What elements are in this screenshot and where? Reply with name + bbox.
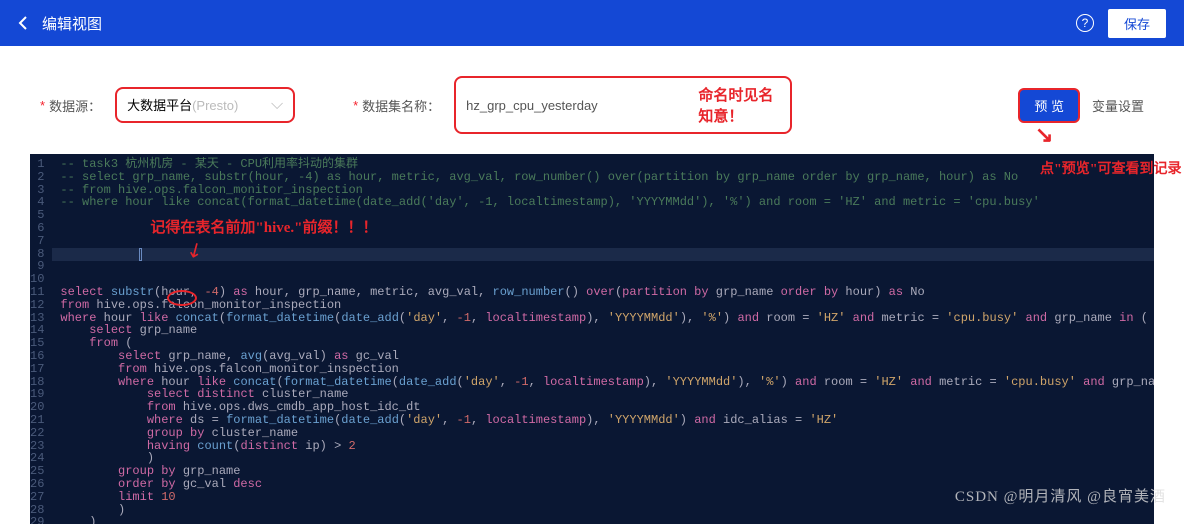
dataset-input[interactable] bbox=[466, 98, 680, 113]
code-area[interactable]: -- task3 杭州机房 - 某天 - CPU利用率抖动的集群 -- sele… bbox=[52, 154, 1154, 524]
variable-settings-link[interactable]: 变量设置 bbox=[1092, 96, 1144, 115]
active-line-highlight bbox=[52, 248, 1154, 261]
hive-highlight-circle bbox=[167, 290, 197, 306]
text-cursor bbox=[139, 248, 142, 261]
chevron-down-icon: ⌵ bbox=[271, 96, 283, 114]
datasource-select[interactable]: 大数据平台(Presto) ⌵ bbox=[115, 87, 295, 123]
dataset-label: *数据集名称： bbox=[353, 96, 440, 115]
form-row: *数据源： 大数据平台(Presto) ⌵ *数据集名称： 命名时见名知意！ 预… bbox=[0, 46, 1184, 154]
header-left: 编辑视图 bbox=[18, 13, 102, 34]
header-bar: 编辑视图 ? 保存 bbox=[0, 0, 1184, 46]
right-controls: 预 览 变量设置 bbox=[1018, 88, 1144, 123]
annotation-hive-prefix: 记得在表名前加"hive."前缀！！！ bbox=[150, 222, 377, 235]
line-gutter: 1 2 3 4 5 6 7 8 9 10 11 12 13 14 15 16 1… bbox=[30, 154, 52, 524]
page-title: 编辑视图 bbox=[42, 13, 102, 34]
code-line: -- where hour like concat(format_datetim… bbox=[60, 195, 1039, 209]
datasource-label: *数据源： bbox=[40, 96, 101, 115]
save-button[interactable]: 保存 bbox=[1108, 9, 1166, 38]
arrow-icon: ↘ bbox=[1035, 122, 1053, 148]
header-right: ? 保存 bbox=[1076, 9, 1166, 38]
dataset-input-wrap: 命名时见名知意！ bbox=[454, 76, 792, 134]
sql-editor[interactable]: 1 2 3 4 5 6 7 8 9 10 11 12 13 14 15 16 1… bbox=[30, 154, 1154, 524]
back-icon[interactable] bbox=[18, 15, 28, 31]
preview-button[interactable]: 预 览 bbox=[1018, 88, 1080, 123]
datasource-value: 大数据平台(Presto) bbox=[127, 98, 238, 113]
watermark: CSDN @明月清风 @良宵美酒 bbox=[955, 485, 1166, 506]
help-icon[interactable]: ? bbox=[1076, 14, 1094, 32]
naming-tip: 命名时见名知意！ bbox=[698, 84, 780, 126]
